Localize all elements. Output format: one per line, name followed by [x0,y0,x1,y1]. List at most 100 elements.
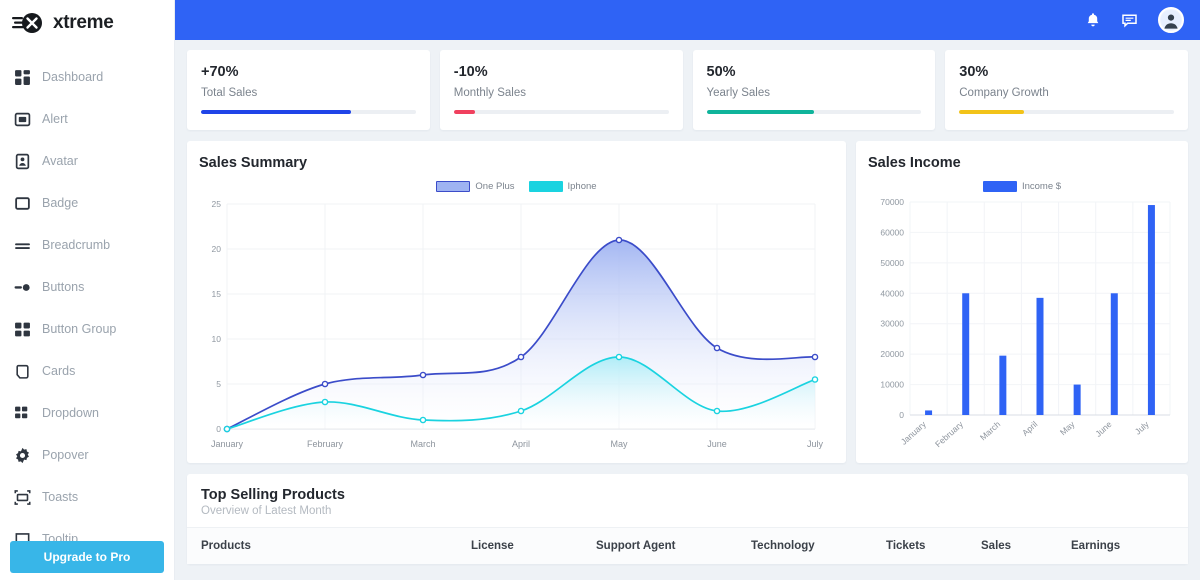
legend-item-one-plus[interactable]: One Plus [436,181,514,192]
legend-label: One Plus [475,181,514,192]
charts-row: Sales Summary One Plus Iphone 0 5 10 15 20 25… [187,141,1188,463]
dropdown-blocks-icon [14,405,31,422]
sidebar-item-label: Buttons [42,280,84,294]
card-shape-icon [14,363,31,380]
svg-text:50000: 50000 [880,258,904,268]
stat-cards-row: +70% Total Sales -10% Monthly Sales 50% … [187,50,1188,130]
sidebar-nav: Dashboard Alert Avatar Badge Breadcrumb … [0,56,174,580]
sidebar-item-dropdown[interactable]: Dropdown [0,392,174,434]
svg-text:June: June [707,439,727,449]
svg-text:25: 25 [212,199,222,209]
sales-income-title: Sales Income [868,155,1176,171]
grid-icon [14,69,31,86]
svg-text:February: February [933,419,966,450]
sidebar-item-cards[interactable]: Cards [0,350,174,392]
sidebar-item-label: Dashboard [42,70,103,84]
svg-text:5: 5 [216,379,221,389]
svg-text:20: 20 [212,244,222,254]
table-column-products: Products [201,540,471,552]
toggle-dot-icon [14,279,31,296]
sidebar-item-label: Button Group [42,322,116,336]
stat-label: Monthly Sales [454,87,669,99]
brand-logo[interactable]: xtreme [0,0,174,44]
stat-card-yearly-sales: 50% Yearly Sales [693,50,936,130]
comment-icon[interactable] [1121,12,1138,29]
sidebar-item-avatar[interactable]: Avatar [0,140,174,182]
sidebar-item-label: Badge [42,196,78,210]
svg-text:March: March [410,439,435,449]
svg-text:July: July [1133,419,1151,437]
svg-text:60000: 60000 [880,227,904,237]
progress-fill [201,110,351,114]
sidebar-item-badge[interactable]: Badge [0,182,174,224]
x-speed-logo-icon [12,12,46,34]
main-area: +70% Total Sales -10% Monthly Sales 50% … [175,0,1200,580]
sidebar: xtreme Dashboard Alert Avatar Badge Brea… [0,0,175,580]
svg-text:June: June [1093,419,1114,439]
stat-card-monthly-sales: -10% Monthly Sales [440,50,683,130]
sidebar-item-label: Cards [42,364,75,378]
svg-text:May: May [610,439,628,449]
sidebar-item-label: Breadcrumb [42,238,110,252]
sidebar-item-breadcrumb[interactable]: Breadcrumb [0,224,174,266]
stat-value: -10% [454,64,669,80]
svg-text:April: April [512,439,530,449]
stat-label: Total Sales [201,87,416,99]
sidebar-item-popover[interactable]: Popover [0,434,174,476]
table-column-tickets: Tickets [886,540,981,552]
legend-label: Income $ [1022,181,1061,192]
table-column-support-agent: Support Agent [596,540,751,552]
sales-summary-legend: One Plus Iphone [199,181,834,192]
table-column-earnings: Earnings [1071,540,1174,552]
sidebar-item-label: Popover [42,448,89,462]
sales-summary-svg: 0510152025JanuaryFebruaryMarchAprilMayJu… [199,192,825,457]
dashboard-app: xtreme Dashboard Alert Avatar Badge Brea… [0,0,1200,580]
bell-icon[interactable] [1085,12,1101,29]
table-column-technology: Technology [751,540,886,552]
upgrade-section: Upgrade to Pro [0,541,174,573]
table-column-sales: Sales [981,540,1071,552]
legend-label: Iphone [568,181,597,192]
legend-swatch [983,181,1017,192]
sales-summary-card: Sales Summary One Plus Iphone 0510152025… [187,141,846,463]
sidebar-item-toasts[interactable]: Toasts [0,476,174,518]
sidebar-item-dashboard[interactable]: Dashboard [0,56,174,98]
toast-frame-icon [14,489,31,506]
stat-value: 50% [707,64,922,80]
person-card-icon [14,153,31,170]
stat-value: 30% [959,64,1174,80]
svg-text:April: April [1020,419,1039,438]
lines-icon [14,237,31,254]
content-area: +70% Total Sales -10% Monthly Sales 50% … [175,40,1200,580]
progress-track [454,110,669,114]
svg-text:March: March [978,419,1002,442]
svg-text:10000: 10000 [880,380,904,390]
table-column-license: License [471,540,596,552]
svg-text:July: July [807,439,824,449]
upgrade-to-pro-button[interactable]: Upgrade to Pro [10,541,164,573]
sales-income-svg: 010000200003000040000500006000070000Janu… [868,192,1176,457]
top-selling-products-card: Top Selling Products Overview of Latest … [187,474,1188,564]
sidebar-item-alert[interactable]: Alert [0,98,174,140]
table-header-row: Products License Support Agent Technolog… [187,527,1188,564]
gear-icon [14,447,31,464]
sales-summary-title: Sales Summary [199,155,834,171]
stat-card-total-sales: +70% Total Sales [187,50,430,130]
stat-label: Yearly Sales [707,87,922,99]
sales-income-legend: Income $ [868,181,1176,192]
svg-text:January: January [211,439,244,449]
sidebar-item-button-group[interactable]: Button Group [0,308,174,350]
user-avatar[interactable] [1158,7,1184,33]
sidebar-item-label: Dropdown [42,406,99,420]
progress-fill [707,110,814,114]
svg-text:0: 0 [899,410,904,420]
svg-text:70000: 70000 [880,197,904,207]
svg-text:10: 10 [212,334,222,344]
svg-text:15: 15 [212,289,222,299]
svg-text:20000: 20000 [880,349,904,359]
alert-box-icon [14,111,31,128]
legend-item-iphone[interactable]: Iphone [529,181,597,192]
legend-item-income[interactable]: Income $ [983,181,1061,192]
sales-income-card: Sales Income Income $ 010000200003000040… [856,141,1188,463]
sidebar-item-buttons[interactable]: Buttons [0,266,174,308]
